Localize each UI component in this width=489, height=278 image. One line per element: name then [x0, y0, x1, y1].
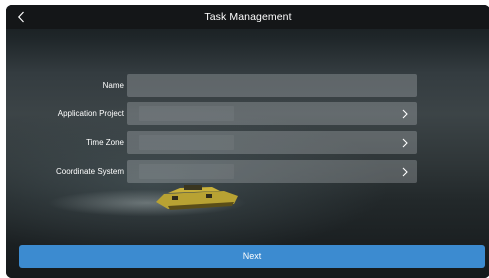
chevron-right-icon: [400, 108, 410, 119]
chevron-right-icon: [400, 166, 410, 177]
time-zone-select[interactable]: [127, 131, 417, 154]
coordinate-system-value: [139, 164, 234, 179]
title-bar: Task Management: [6, 5, 489, 29]
name-input[interactable]: [127, 74, 417, 97]
form-row-time-zone: Time Zone: [6, 131, 489, 154]
page-title: Task Management: [204, 11, 292, 23]
coordinate-system-label: Coordinate System: [55, 167, 124, 176]
application-project-label: Application Project: [57, 109, 124, 118]
back-button[interactable]: [6, 5, 36, 29]
chevron-left-icon: [17, 11, 24, 23]
boat-image: [156, 185, 238, 210]
time-zone-value: [139, 135, 234, 150]
application-project-select[interactable]: [127, 102, 417, 125]
form-row-coordinate-system: Coordinate System: [6, 160, 489, 183]
name-label: Name: [102, 81, 124, 90]
form-row-name: Name: [6, 74, 489, 97]
app-window: Task Management Name Application Project…: [6, 5, 489, 278]
time-zone-label: Time Zone: [86, 138, 124, 147]
coordinate-system-select[interactable]: [127, 160, 417, 183]
application-project-value: [139, 106, 234, 121]
chevron-right-icon: [400, 137, 410, 148]
next-button[interactable]: Next: [19, 245, 485, 268]
form-row-application-project: Application Project: [6, 102, 489, 125]
